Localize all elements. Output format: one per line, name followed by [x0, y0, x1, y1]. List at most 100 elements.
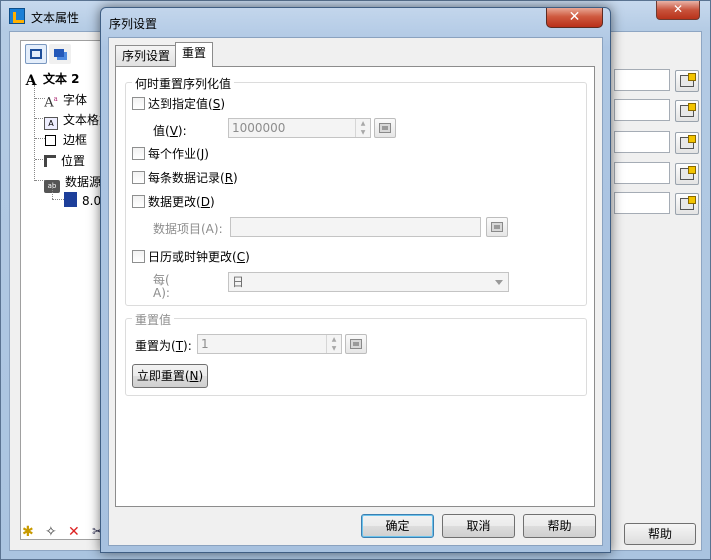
tree-item-border[interactable]: 边框	[44, 131, 87, 148]
value-spinner[interactable]: 1000000 ▲ ▼	[228, 118, 371, 138]
tree-item-label: 位置	[61, 154, 86, 168]
calendar-change-checkbox[interactable]: 日历或时钟更改(C)	[132, 250, 250, 264]
checkbox-label-end: )	[245, 250, 250, 264]
tree-item-label: 数据源	[65, 175, 102, 189]
checkbox-label: 日历或时钟更改(	[148, 250, 237, 264]
reset-value-group: 重置值 重置为(T): 1 ▲ ▼ 立即重置(N)	[125, 311, 587, 396]
serial-number-icon	[64, 192, 77, 207]
tree-item-label: 字体	[63, 93, 88, 107]
checkbox-label: 每个作业(	[148, 147, 201, 161]
border-icon	[45, 135, 56, 146]
label-end: ):	[183, 339, 192, 353]
checkbox-box	[132, 250, 145, 263]
dialog-close-button[interactable]: ✕	[546, 8, 603, 28]
tree-item-position[interactable]: 位置	[44, 152, 85, 169]
data-picker-icon	[350, 339, 362, 349]
position-icon	[44, 155, 56, 167]
button-label: 立即重置(	[136, 369, 190, 383]
tree-connector	[52, 199, 64, 200]
data-picker-icon	[379, 123, 391, 133]
each-record-checkbox[interactable]: 每条数据记录(R)	[132, 171, 238, 185]
checkbox-box	[132, 147, 145, 160]
checkbox-label: 达到指定值(	[148, 97, 213, 111]
property-picker-button-3[interactable]	[675, 132, 699, 154]
when-to-reset-group: 何时重置序列化值 达到指定值(S) 值(V): 1000000 ▲ ▼ 每个作业(…	[125, 75, 587, 306]
layers-tool-button[interactable]	[49, 44, 71, 64]
text-object-icon: A	[25, 73, 37, 89]
access-key: R	[224, 171, 234, 185]
tree-connector	[52, 187, 53, 199]
button-label-end: )	[198, 369, 204, 383]
property-field-3[interactable]	[614, 131, 670, 153]
checkbox-label-end: )	[204, 147, 209, 161]
access-key: V	[169, 124, 178, 138]
tree-item-font[interactable]: Aa 字体	[44, 91, 88, 110]
property-picker-button-5[interactable]	[675, 193, 699, 215]
window-title: 文本属性	[31, 11, 80, 25]
spinner-arrows-icon[interactable]: ▲ ▼	[326, 335, 341, 353]
checkbox-label: 每条数据记录(	[148, 171, 225, 185]
reset-now-button[interactable]: 立即重置(N)	[132, 364, 208, 388]
property-picker-button-1[interactable]	[675, 70, 699, 92]
property-field-4[interactable]	[614, 162, 670, 184]
checkbox-box	[132, 195, 145, 208]
window-help-button[interactable]: 帮助	[624, 523, 696, 545]
reach-value-checkbox[interactable]: 达到指定值(S)	[132, 97, 225, 111]
tab-reset[interactable]: 重置	[175, 42, 214, 67]
tab-serial-settings[interactable]: 序列设置	[115, 45, 178, 66]
value-picker-button[interactable]	[374, 118, 396, 138]
data-picker-icon	[680, 196, 696, 210]
tree-item-label: 边框	[63, 133, 88, 147]
serial-settings-dialog: 序列设置 ✕ 序列设置 重置 何时重置序列化值 达到指定值(S) 值(V): 1…	[100, 7, 611, 553]
select-object-tool-button[interactable]	[25, 44, 47, 64]
when-to-reset-group-title: 何时重置序列化值	[132, 75, 235, 92]
dialog-client-area: 序列设置 重置 何时重置序列化值 达到指定值(S) 值(V): 1000000 …	[108, 37, 603, 546]
data-item-label: 数据项目(A):	[153, 222, 223, 236]
value-label: 值(V):	[153, 122, 187, 139]
property-field-5[interactable]	[614, 192, 670, 214]
ok-button[interactable]: 确定	[361, 514, 434, 538]
reset-value-group-title: 重置值	[132, 311, 175, 328]
property-field-2[interactable]	[614, 99, 670, 121]
access-key: D	[200, 195, 210, 209]
cancel-button[interactable]: 取消	[442, 514, 515, 538]
data-item-picker-button[interactable]	[486, 217, 508, 237]
spinner-arrows-icon[interactable]: ▲ ▼	[355, 119, 370, 137]
reset-to-picker-button[interactable]	[345, 334, 367, 354]
magic-wand-icon[interactable]: ✧	[45, 525, 57, 539]
dialog-title: 序列设置	[109, 17, 158, 31]
reset-tab-panel: 何时重置序列化值 达到指定值(S) 值(V): 1000000 ▲ ▼ 每个作业(…	[115, 66, 595, 507]
data-picker-icon	[680, 166, 696, 180]
label-text: 重置为(	[135, 339, 176, 353]
data-picker-icon	[680, 135, 696, 149]
reset-to-label: 重置为(T):	[135, 337, 192, 354]
reset-to-spinner[interactable]: 1 ▲ ▼	[197, 334, 342, 354]
every-label-line-2: A):	[153, 286, 170, 300]
data-item-field[interactable]	[230, 217, 481, 237]
property-picker-button-2[interactable]	[675, 100, 699, 122]
every-period-select[interactable]: 日	[228, 272, 509, 292]
data-change-checkbox[interactable]: 数据更改(D)	[132, 195, 215, 209]
property-picker-button-4[interactable]	[675, 163, 699, 185]
checkbox-label-end: )	[209, 195, 215, 209]
checkbox-label-end: )	[220, 97, 225, 111]
checkbox-box	[132, 97, 145, 110]
every-period-value: 日	[232, 275, 245, 289]
data-picker-icon	[491, 222, 503, 232]
every-label: 每( A):	[153, 274, 170, 300]
delete-icon[interactable]: ✕	[68, 525, 80, 539]
help-button[interactable]: 帮助	[523, 514, 596, 538]
access-key: C	[236, 250, 246, 264]
data-picker-icon	[680, 73, 696, 87]
tree-root-text-2[interactable]: A 文本 2	[24, 70, 80, 88]
font-icon: Aa	[44, 94, 58, 110]
access-key: T	[175, 339, 184, 353]
each-job-checkbox[interactable]: 每个作业(J)	[132, 147, 209, 161]
new-item-icon[interactable]: ✱	[22, 525, 34, 539]
chevron-down-icon	[495, 280, 503, 285]
label-text: 值(	[153, 124, 170, 138]
reset-to-value: 1	[201, 337, 209, 351]
value-spinner-text: 1000000	[232, 121, 286, 135]
window-close-button[interactable]: ✕	[656, 1, 700, 20]
property-field-1[interactable]	[614, 69, 670, 91]
